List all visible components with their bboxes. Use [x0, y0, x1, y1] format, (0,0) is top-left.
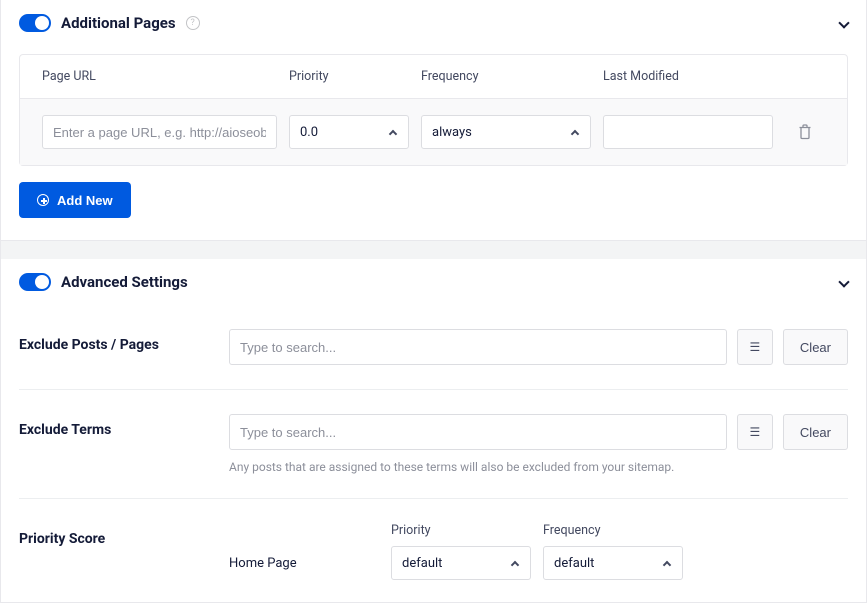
exclude-posts-label: Exclude Posts / Pages — [19, 329, 229, 353]
priority-column-header: Priority — [391, 523, 531, 538]
pages-table: Page URL Priority Frequency Last Modifie… — [19, 54, 848, 166]
exclude-posts-setting: Exclude Posts / Pages ☰ Clear — [19, 305, 848, 365]
advanced-settings-toggle[interactable] — [19, 273, 51, 291]
table-header: Page URL Priority Frequency Last Modifie… — [20, 55, 847, 98]
frequency-select[interactable]: always — [421, 115, 591, 149]
additional-pages-panel: Additional Pages ? Page URL Priority Fre… — [0, 0, 867, 241]
plus-icon — [37, 194, 49, 206]
advanced-settings-header: Advanced Settings — [1, 259, 866, 305]
exclude-terms-clear-button[interactable]: Clear — [783, 414, 848, 450]
advanced-settings-panel: Advanced Settings Exclude Posts / Pages … — [0, 259, 867, 603]
collapse-button[interactable] — [840, 275, 848, 290]
chevron-up-icon — [511, 561, 519, 569]
advanced-settings-title: Advanced Settings — [61, 273, 188, 291]
exclude-posts-clear-button[interactable]: Clear — [783, 329, 848, 365]
chevron-up-icon — [663, 561, 671, 569]
exclude-terms-setting: Exclude Terms ☰ Clear Any posts that are… — [19, 389, 848, 474]
page-url-input[interactable] — [42, 115, 277, 149]
col-frequency: Frequency — [421, 69, 591, 84]
col-url: Page URL — [42, 69, 277, 84]
help-icon[interactable]: ? — [186, 16, 200, 30]
chevron-up-icon — [389, 130, 397, 138]
table-row: 0.0 always — [20, 98, 847, 165]
add-new-button[interactable]: Add New — [19, 182, 131, 218]
additional-pages-toggle[interactable] — [19, 14, 51, 32]
list-icon: ☰ — [750, 425, 761, 439]
advanced-settings-body: Exclude Posts / Pages ☰ Clear Exclude Te… — [1, 305, 866, 602]
col-last-modified: Last Modified — [603, 69, 773, 84]
priority-score-label: Priority Score — [19, 523, 229, 547]
exclude-posts-list-button[interactable]: ☰ — [737, 329, 773, 365]
exclude-terms-label: Exclude Terms — [19, 414, 229, 438]
additional-pages-header: Additional Pages ? — [1, 0, 866, 46]
list-icon: ☰ — [750, 340, 761, 354]
delete-row-button[interactable] — [798, 124, 812, 140]
additional-pages-title: Additional Pages — [61, 14, 176, 32]
exclude-posts-input[interactable] — [229, 329, 727, 365]
frequency-column-header: Frequency — [543, 523, 683, 538]
exclude-terms-list-button[interactable]: ☰ — [737, 414, 773, 450]
home-page-row-label: Home Page — [229, 556, 379, 571]
collapse-button[interactable] — [840, 16, 848, 31]
last-modified-input[interactable] — [603, 115, 773, 149]
exclude-terms-input[interactable] — [229, 414, 727, 450]
additional-pages-body: Page URL Priority Frequency Last Modifie… — [1, 54, 866, 240]
exclude-terms-hint: Any posts that are assigned to these ter… — [229, 460, 848, 474]
chevron-up-icon — [571, 130, 579, 138]
priority-score-setting: Priority Score Priority Frequency Home P… — [19, 498, 848, 580]
col-priority: Priority — [289, 69, 409, 84]
priority-select[interactable]: 0.0 — [289, 115, 409, 149]
